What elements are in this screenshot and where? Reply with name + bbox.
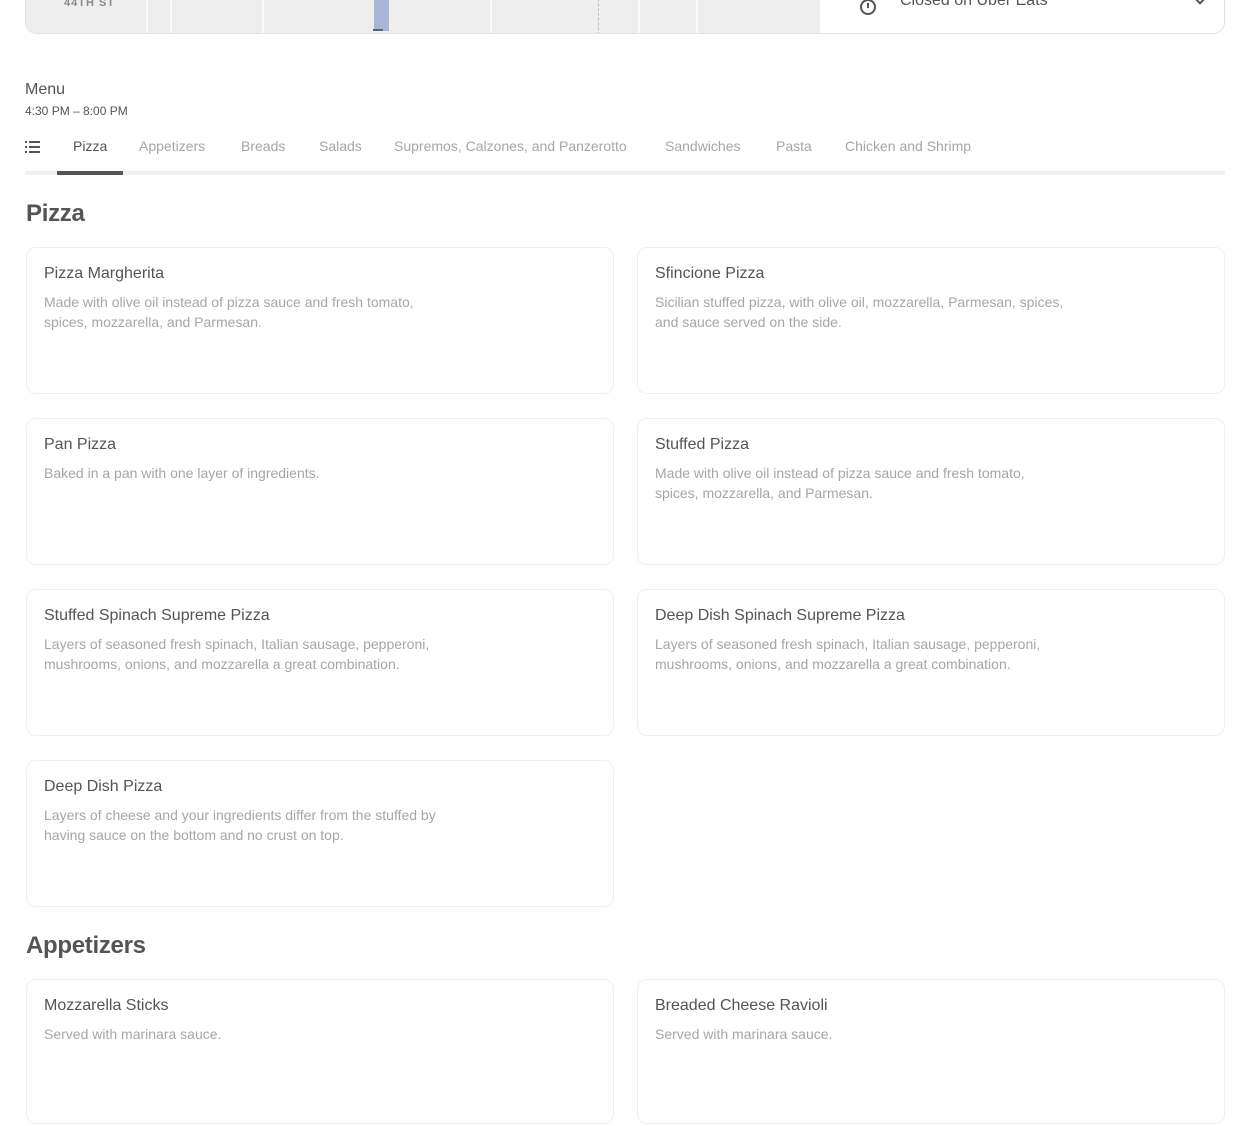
item-name: Deep Dish Pizza	[44, 778, 163, 795]
section-title-appetizers: Appetizers	[26, 932, 146, 959]
item-description: Served with marinara sauce.	[44, 1026, 222, 1042]
menu-item-card[interactable]: Pizza Margherita Made with olive oil ins…	[26, 247, 614, 394]
item-description: Made with olive oil instead of pizza sau…	[655, 465, 1025, 501]
tab-pasta[interactable]: Pasta	[776, 138, 812, 154]
menu-item-card[interactable]: Breaded Cheese Ravioli Served with marin…	[637, 979, 1225, 1124]
active-tab-indicator	[57, 171, 123, 175]
tab-supremos-calzones-panzerotto[interactable]: Supremos, Calzones, and Panzerotto	[394, 138, 627, 154]
item-name: Deep Dish Spinach Supreme Pizza	[655, 607, 905, 624]
map-marker	[373, 29, 383, 31]
item-name: Stuffed Spinach Supreme Pizza	[44, 607, 270, 624]
item-description: Layers of seasoned fresh spinach, Italia…	[655, 636, 1041, 672]
menu-item-card[interactable]: Stuffed Pizza Made with olive oil instea…	[637, 418, 1225, 565]
map-rail-line	[598, 0, 599, 33]
tab-appetizers[interactable]: Appetizers	[139, 138, 205, 154]
list-icon[interactable]	[25, 140, 41, 154]
tabs-track	[25, 171, 1225, 175]
menu-item-card[interactable]: Pan Pizza Baked in a pan with one layer …	[26, 418, 614, 565]
item-name: Sfincione Pizza	[655, 265, 765, 282]
map-street-label: 44TH ST	[64, 0, 116, 9]
section-title-pizza: Pizza	[26, 200, 85, 227]
tab-chicken-and-shrimp[interactable]: Chicken and Shrimp	[845, 138, 971, 154]
menu-item-card[interactable]: Sfincione Pizza Sicilian stuffed pizza, …	[637, 247, 1225, 394]
store-status-text: Closed on Uber Eats	[900, 0, 1048, 9]
item-name: Mozzarella Sticks	[44, 997, 169, 1014]
menu-item-card[interactable]: Deep Dish Spinach Supreme Pizza Layers o…	[637, 589, 1225, 736]
menu-item-card[interactable]: Deep Dish Pizza Layers of cheese and you…	[26, 760, 614, 907]
item-name: Pan Pizza	[44, 436, 117, 453]
map-water	[374, 0, 389, 31]
menu-title: Menu	[25, 81, 66, 98]
menu-hours: 4:30 PM – 8:00 PM	[25, 104, 128, 118]
item-description: Baked in a pan with one layer of ingredi…	[44, 465, 320, 481]
chevron-down-icon[interactable]	[1194, 0, 1206, 5]
map-road	[638, 0, 698, 33]
location-map[interactable]: 44TH ST	[26, 0, 820, 33]
item-description: Served with marinara sauce.	[655, 1026, 833, 1042]
item-description: Layers of cheese and your ingredients di…	[44, 807, 436, 843]
tab-pizza[interactable]: Pizza	[73, 138, 107, 154]
store-info-card: 44TH ST Closed on Uber Eats	[25, 0, 1225, 34]
item-description: Sicilian stuffed pizza, with olive oil, …	[655, 294, 1064, 330]
tab-breads[interactable]: Breads	[241, 138, 285, 154]
menu-item-card[interactable]: Mozzarella Sticks Served with marinara s…	[26, 979, 614, 1124]
item-name: Breaded Cheese Ravioli	[655, 997, 828, 1014]
item-name: Pizza Margherita	[44, 265, 165, 282]
menu-item-card[interactable]: Stuffed Spinach Supreme Pizza Layers of …	[26, 589, 614, 736]
item-description: Made with olive oil instead of pizza sau…	[44, 294, 414, 330]
hours-dropdown[interactable]: Closed on Uber Eats	[820, 0, 1224, 33]
tab-sandwiches[interactable]: Sandwiches	[665, 138, 741, 154]
tab-salads[interactable]: Salads	[319, 138, 362, 154]
clock-icon	[860, 0, 876, 15]
map-road	[146, 0, 172, 33]
item-name: Stuffed Pizza	[655, 436, 749, 453]
category-tabs: Pizza Appetizers Breads Salads Supremos,…	[25, 128, 1225, 175]
item-description: Layers of seasoned fresh spinach, Italia…	[44, 636, 430, 672]
